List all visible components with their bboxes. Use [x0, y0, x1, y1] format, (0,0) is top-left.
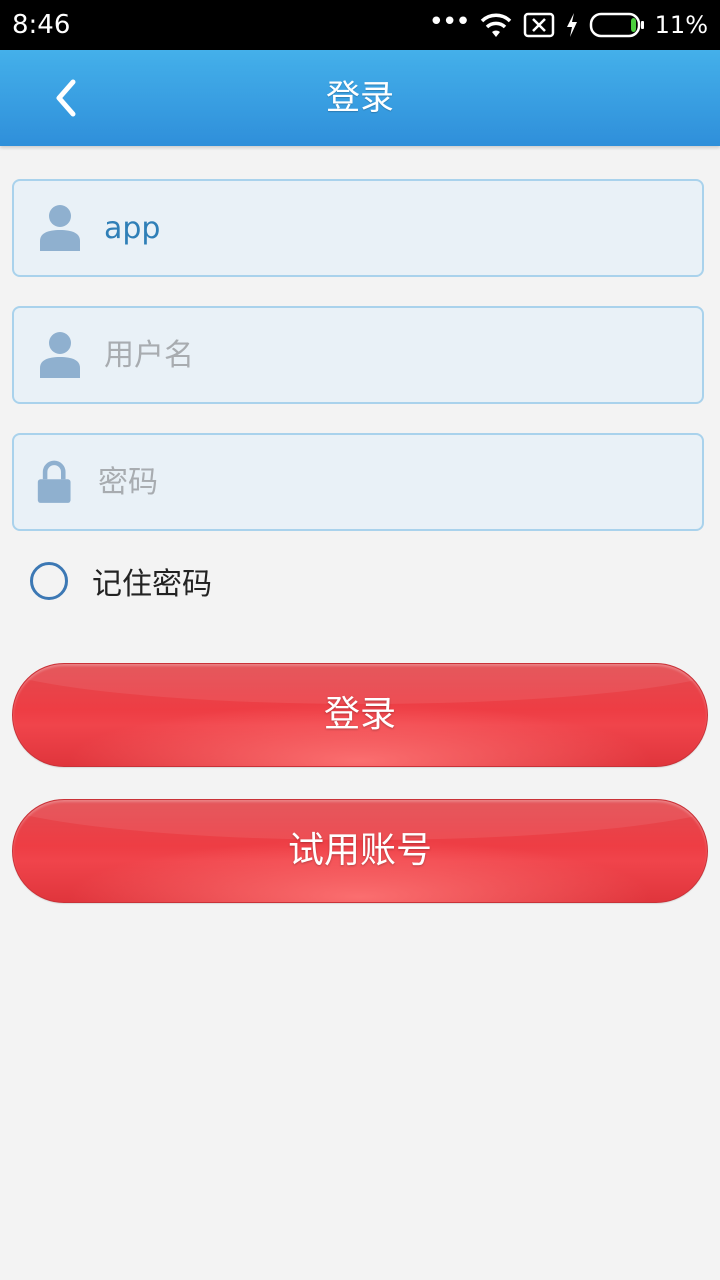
username-field[interactable] — [12, 306, 704, 404]
trial-account-button[interactable]: 试用账号 — [12, 799, 708, 903]
charging-icon — [566, 13, 577, 37]
user-icon — [40, 332, 80, 378]
wifi-icon — [480, 13, 511, 37]
chevron-left-icon — [56, 79, 76, 117]
account-input[interactable] — [104, 195, 684, 261]
password-input[interactable] — [98, 449, 678, 515]
trial-account-button-label: 试用账号 — [287, 830, 432, 871]
username-input[interactable] — [104, 322, 684, 388]
user-icon — [40, 205, 80, 251]
battery-icon — [589, 12, 644, 38]
status-time: 8:46 — [12, 10, 71, 40]
page-title: 登录 — [326, 78, 394, 118]
login-screen: 8:46 ••• 11% 登录 app 用户名 记住密码 登录 试用账号 — [0, 0, 720, 1280]
more-dots-icon: ••• — [428, 7, 471, 37]
login-button[interactable]: 登录 — [12, 663, 708, 767]
lock-icon — [37, 460, 71, 503]
back-button[interactable] — [36, 68, 96, 128]
title-bar: 登录 — [0, 50, 720, 146]
status-icons: ••• 11% — [428, 7, 708, 42]
remember-radio[interactable] — [30, 562, 68, 600]
login-button-label: 登录 — [323, 694, 396, 735]
status-bar: 8:46 ••• 11% — [0, 0, 720, 50]
sim-disabled-icon — [523, 12, 554, 38]
remember-password-toggle[interactable]: 记住密码 — [30, 556, 212, 606]
account-field[interactable] — [12, 179, 704, 277]
battery-percent: 11% — [654, 11, 708, 39]
password-field[interactable] — [12, 433, 704, 531]
remember-label: 记住密码 — [92, 567, 212, 602]
